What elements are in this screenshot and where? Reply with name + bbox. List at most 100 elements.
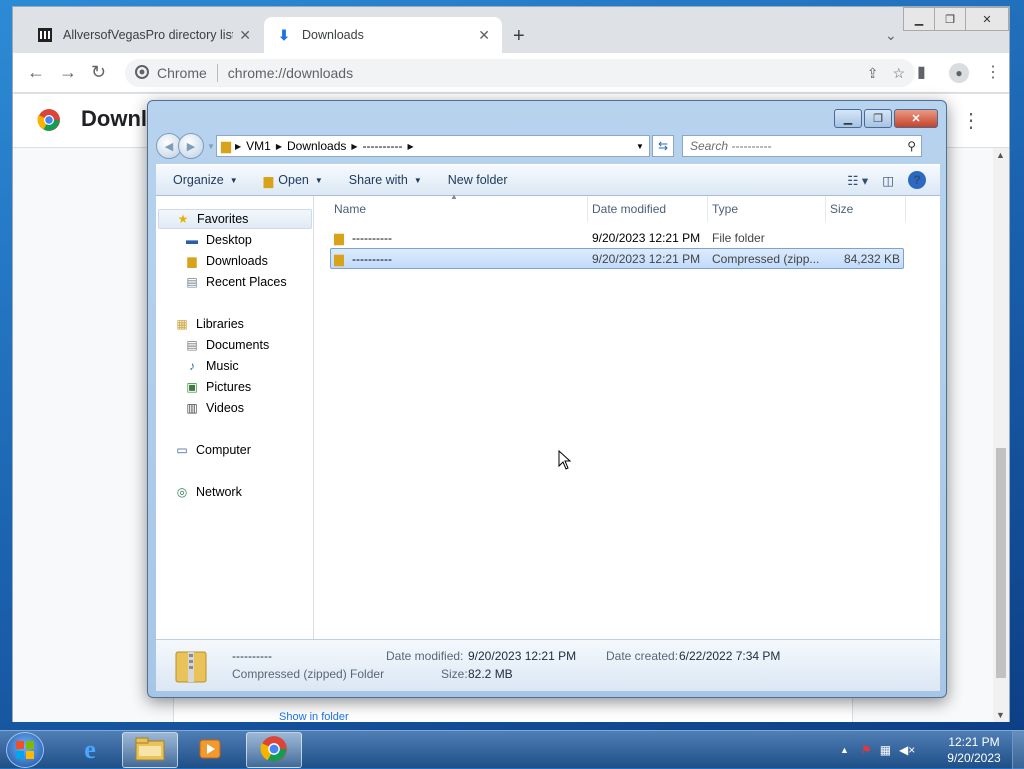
share-icon[interactable]: ⇪	[867, 65, 879, 82]
chevron-down-icon: ▼	[413, 175, 422, 185]
open-button[interactable]: ▆ Open ▼	[255, 173, 332, 188]
downloads-folder-icon: ▆	[187, 254, 197, 268]
details-modified-label: Date modified:	[386, 649, 464, 663]
restore-icon[interactable]: ❐	[934, 7, 966, 31]
reload-icon[interactable]: ↻	[91, 62, 106, 83]
action-center-flag-icon[interactable]: ⚑	[861, 743, 872, 757]
show-hidden-icons-icon[interactable]: ▲	[840, 745, 849, 755]
close-icon[interactable]: ✕	[965, 7, 1009, 31]
forward-icon[interactable]: →	[59, 62, 77, 83]
scrollbar-thumb[interactable]	[996, 448, 1006, 678]
close-icon[interactable]: ✕	[894, 109, 938, 128]
videos-icon: ▥	[186, 401, 198, 415]
taskbar-explorer[interactable]	[122, 732, 178, 768]
start-button[interactable]	[6, 732, 44, 768]
file-row-selected[interactable]: ▆ ---------- 9/20/2023 12:21 PM Compress…	[330, 248, 904, 269]
tab-close-icon[interactable]: ✕	[239, 27, 251, 44]
breadcrumb-arrow-icon[interactable]: ▶	[351, 142, 357, 151]
taskbar-chrome[interactable]	[246, 732, 302, 768]
taskbar-internet-explorer[interactable]: e	[62, 732, 118, 768]
breadcrumb-vm1[interactable]: VM1	[246, 139, 271, 153]
omnibox[interactable]: Chrome chrome://downloads ⇪ ☆	[125, 59, 915, 87]
nav-label: Favorites	[197, 212, 249, 226]
scroll-down-icon[interactable]: ▼	[996, 710, 1005, 720]
column-header-type[interactable]: Type	[708, 196, 826, 222]
nav-documents[interactable]: ▤ Documents	[184, 335, 269, 355]
breadcrumb-arrow-icon[interactable]: ▶	[235, 142, 241, 151]
file-date: 9/20/2023 12:21 PM	[592, 251, 701, 266]
organize-label: Organize	[173, 173, 224, 187]
system-clock[interactable]: 12:21 PM 9/20/2023	[944, 734, 1004, 766]
download-icon: ⬇	[278, 26, 290, 43]
side-panel-icon[interactable]: ▮	[917, 62, 926, 82]
bookmark-star-icon[interactable]: ☆	[892, 65, 905, 82]
maximize-icon[interactable]: ❐	[864, 109, 892, 128]
nav-favorites[interactable]: ★ Favorites	[158, 209, 312, 229]
folder-icon: ▆	[334, 229, 344, 245]
search-icon[interactable]: ⚲	[907, 139, 916, 153]
nav-label: Network	[196, 485, 242, 499]
page-scrollbar[interactable]: ▲ ▼	[993, 148, 1009, 722]
explorer-body: ★ Favorites ▬ Desktop ▆ Downloads ▤ Rece…	[156, 192, 940, 639]
nav-label: Recent Places	[206, 275, 287, 289]
volume-muted-icon[interactable]: ◀×	[899, 743, 915, 757]
minimize-icon[interactable]: ▁	[834, 109, 862, 128]
help-icon[interactable]: ?	[908, 171, 926, 189]
details-name: ----------	[232, 649, 272, 663]
chrome-icon	[260, 735, 288, 766]
recent-pages-icon[interactable]: ▼	[206, 133, 216, 159]
show-in-folder-link[interactable]: Show in folder	[279, 711, 399, 722]
network-status-icon[interactable]: ▦	[880, 743, 891, 757]
new-folder-button[interactable]: New folder	[439, 173, 517, 187]
file-name: ----------	[352, 251, 392, 266]
search-input[interactable]: Search ---------- ⚲	[682, 135, 922, 157]
breadcrumb-downloads[interactable]: Downloads	[287, 139, 346, 153]
new-folder-label: New folder	[447, 173, 508, 187]
nav-videos[interactable]: ▥ Videos	[184, 398, 244, 418]
nav-network[interactable]: ◎ Network	[174, 482, 242, 502]
nav-libraries[interactable]: ▦ Libraries	[174, 314, 244, 334]
nav-label: Computer	[196, 443, 251, 457]
profile-avatar[interactable]: ●	[949, 63, 969, 83]
downloads-menu-icon[interactable]: ⋮	[961, 108, 981, 133]
column-header-name[interactable]: Name ▲	[330, 192, 588, 222]
nav-downloads[interactable]: ▆ Downloads	[184, 251, 267, 271]
nav-computer[interactable]: ▭ Computer	[174, 440, 251, 460]
show-desktop-button[interactable]	[1012, 731, 1024, 769]
tab-search-chevron-icon[interactable]: ⌄	[885, 27, 897, 44]
chrome-toolbar: ← → ↻ Chrome chrome://downloads ⇪ ☆ ▮ ● …	[13, 53, 1009, 93]
column-header-size[interactable]: Size	[826, 196, 906, 222]
new-tab-button[interactable]: +	[513, 25, 525, 48]
scroll-up-icon[interactable]: ▲	[996, 150, 1005, 160]
tab-close-icon[interactable]: ✕	[478, 27, 490, 44]
taskbar-media-player[interactable]	[182, 732, 238, 768]
minimize-icon[interactable]: ▁	[903, 7, 935, 31]
recent-places-icon: ▤	[186, 275, 198, 289]
nav-music[interactable]: ♪ Music	[184, 356, 239, 376]
refresh-icon[interactable]: ⇆	[652, 135, 674, 157]
share-with-button[interactable]: Share with ▼	[340, 173, 431, 187]
network-icon: ◎	[176, 485, 188, 499]
file-list: Name ▲ Date modified Type Size ▆ -------…	[330, 192, 936, 639]
column-header-date[interactable]: Date modified	[588, 196, 708, 222]
chrome-menu-icon[interactable]: ⋮	[985, 62, 1001, 82]
nav-desktop[interactable]: ▬ Desktop	[184, 230, 252, 250]
address-bar[interactable]: ▆ ▶ VM1 ▶ Downloads ▶ ---------- ▶ ▼	[216, 135, 650, 157]
file-row[interactable]: ▆ ---------- 9/20/2023 12:21 PM File fol…	[330, 227, 904, 248]
address-dropdown-icon[interactable]: ▼	[631, 142, 649, 151]
nav-recent-places[interactable]: ▤ Recent Places	[184, 272, 287, 292]
views-icon[interactable]: ☷ ▾	[847, 173, 868, 188]
breadcrumb-arrow-icon[interactable]: ▶	[276, 142, 282, 151]
breadcrumb-folder[interactable]: ----------	[363, 139, 403, 153]
omnibox-url[interactable]: chrome://downloads	[228, 65, 353, 81]
breadcrumb-arrow-icon[interactable]: ▶	[408, 142, 414, 151]
preview-pane-icon[interactable]: ◫	[882, 173, 894, 188]
tab-vegas-listing[interactable]: AllversofVegasPro directory listin ✕	[25, 17, 263, 53]
nav-pictures[interactable]: ▣ Pictures	[184, 377, 251, 397]
details-size: 82.2 MB	[468, 667, 513, 681]
forward-icon[interactable]: ▶	[178, 133, 204, 159]
organize-button[interactable]: Organize ▼	[164, 173, 247, 187]
tab-downloads[interactable]: ⬇ Downloads ✕	[264, 17, 502, 53]
command-bar: Organize ▼ ▆ Open ▼ Share with ▼ New folder …	[156, 164, 940, 196]
back-icon[interactable]: ←	[27, 62, 45, 83]
